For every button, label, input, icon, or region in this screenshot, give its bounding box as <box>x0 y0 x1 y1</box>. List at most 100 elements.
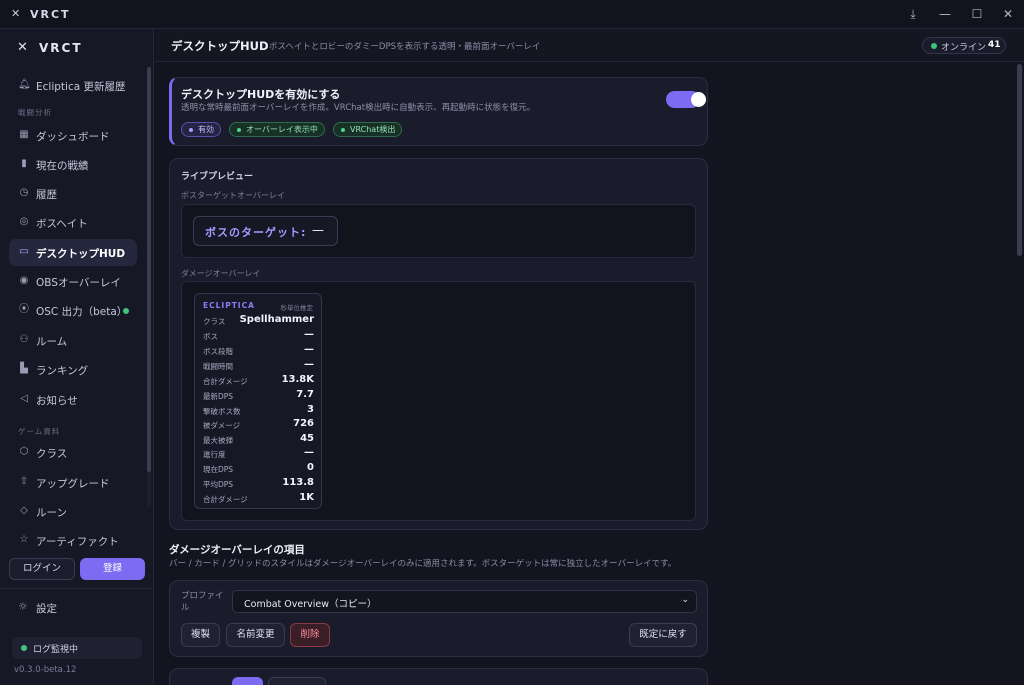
sidebar-item-dashboard[interactable]: ▦ ダッシュボード <box>9 122 137 149</box>
delete-button[interactable]: 削除 <box>290 623 330 647</box>
damage-row: 撃破ボス数 3 <box>203 404 314 418</box>
chip-label: オーバーレイ表示中 <box>246 125 318 134</box>
maximize-icon[interactable]: ☐ <box>966 5 988 23</box>
damage-row-value: — <box>304 329 314 340</box>
sidebar-section-game: ゲーム資料 <box>18 427 61 436</box>
grid-icon: ▦ <box>19 129 29 140</box>
boss-target-label: ボスのターゲット: <box>205 226 307 239</box>
sidebar-item-label: アーティファクト <box>36 536 119 548</box>
login-button[interactable]: ログイン <box>9 558 75 580</box>
status-dot <box>123 308 129 314</box>
status-dot <box>341 128 345 132</box>
damage-row: 平均DPS 113.8 <box>203 477 314 491</box>
damage-row-value: 7.7 <box>296 389 314 400</box>
rename-button[interactable]: 名前変更 <box>226 623 285 647</box>
duplicate-button[interactable]: 複製 <box>181 623 220 647</box>
sidebar-item-current-stats[interactable]: ▮ 現在の戦績 <box>9 151 137 178</box>
sidebar-item-changelog[interactable]: 🔔︎ Ecliptica 更新履歴 <box>9 72 137 99</box>
register-button[interactable]: 登録 <box>80 558 145 580</box>
minimize-icon[interactable]: — <box>934 5 956 23</box>
profile-select[interactable]: Combat Overview（コピー） ⌄ <box>232 590 697 613</box>
gear-icon: ☼ <box>18 600 28 613</box>
reset-default-button[interactable]: 既定に戻す <box>629 623 697 647</box>
monitor-icon: ▭ <box>19 246 29 257</box>
sidebar-item-label: ダッシュボード <box>36 131 110 143</box>
auth-buttons: ログイン 登録 <box>9 558 145 580</box>
damage-overlay-section-label: ダメージオーバーレイ <box>181 269 261 278</box>
live-preview-title: ライブプレビュー <box>181 172 254 182</box>
damage-row-key: 最大被弾 <box>203 436 233 445</box>
sidebar-item-label: クラス <box>36 448 68 460</box>
sidebar-item-label: ルーム <box>36 336 68 348</box>
arrow-up-icon: ⇧ <box>19 476 29 487</box>
sidebar-item-class[interactable]: ⬡ クラス <box>9 439 137 466</box>
sidebar-item-upgrade[interactable]: ⇧ アップグレード <box>9 469 137 496</box>
sidebar-item-rune[interactable]: ◇ ルーン <box>9 498 137 525</box>
sidebar-item-label: OSC 出力（beta） <box>36 306 128 318</box>
status-chip-enabled: 有効 <box>181 122 221 137</box>
profile-card: プロファイル Combat Overview（コピー） ⌄ 複製 名前変更 削除… <box>169 580 708 657</box>
boss-target-box: ボスのターゲット: — <box>193 216 338 246</box>
sidebar-item-history[interactable]: ◷ 履歴 <box>9 180 137 207</box>
status-chip-overlay-visible: オーバーレイ表示中 <box>229 122 325 137</box>
sidebar-item-settings[interactable]: ☼ 設定 <box>9 595 137 619</box>
sidebar-item-room[interactable]: ⚇ ルーム <box>9 327 137 354</box>
sidebar-scrollbar-thumb[interactable] <box>147 67 151 472</box>
page-title: デスクトップHUD <box>171 39 269 53</box>
damage-row-key: クラス <box>203 317 226 326</box>
diamond-icon: ◇ <box>20 505 28 516</box>
users-icon: ⚇ <box>19 334 29 345</box>
hud-enable-toggle[interactable] <box>666 91 706 108</box>
window-title: VRCT <box>30 8 71 21</box>
style-option-selected[interactable] <box>232 677 263 685</box>
damage-row-value: — <box>304 344 314 355</box>
damage-row-key: 戦闘時間 <box>203 362 233 371</box>
sidebar-item-obs-overlay[interactable]: ◉ OBSオーバーレイ <box>9 268 137 295</box>
sidebar-item-artifact[interactable]: ☆ アーティファクト <box>9 527 137 549</box>
damage-row-value: 726 <box>293 418 314 429</box>
sidebar-item-label: Ecliptica 更新履歴 <box>36 81 126 93</box>
boss-target-value: — <box>312 223 324 237</box>
bell-icon: 🔔︎ <box>18 79 31 90</box>
sidebar-item-desktop-hud[interactable]: ▭ デスクトップHUD <box>9 239 137 266</box>
online-status-badge[interactable]: オンライン 41 <box>922 37 1006 54</box>
style-option[interactable] <box>268 677 326 685</box>
damage-row-key: 被ダメージ <box>203 421 241 430</box>
sidebar-item-osc-output[interactable]: ⦿ OSC 出力（beta） <box>9 297 137 324</box>
main-scrollbar-thumb[interactable] <box>1017 64 1022 256</box>
damage-row-key: 平均DPS <box>203 480 234 489</box>
damage-row-value: 1K <box>299 492 314 503</box>
close-icon[interactable]: ✕ <box>997 5 1019 23</box>
damage-row-key: 最新DPS <box>203 392 234 401</box>
sidebar: ✕ VRCT 🔔︎ Ecliptica 更新履歴 戦闘分析 ▦ ダッシュボード … <box>0 29 154 685</box>
download-icon[interactable]: ⤓ <box>902 5 924 23</box>
status-dot <box>931 43 937 49</box>
damage-row: 合計ダメージ 13.8K <box>203 374 314 388</box>
damage-row: 戦闘時間 — <box>203 359 314 373</box>
status-dot <box>237 128 241 132</box>
damage-row-key: 進行度 <box>203 450 226 459</box>
sidebar-item-label: デスクトップHUD <box>36 248 126 260</box>
damage-row-key: ボス <box>203 332 218 341</box>
sidebar-item-label: ランキング <box>36 365 89 377</box>
profile-select-value: Combat Overview（コピー） <box>244 599 377 610</box>
sidebar-item-label: お知らせ <box>36 395 78 407</box>
damage-row-value: 13.8K <box>281 374 314 385</box>
damage-row-value: — <box>304 359 314 370</box>
sidebar-item-ranking[interactable]: ▙ ランキング <box>9 356 137 383</box>
window-titlebar: ✕ VRCT ⤓ — ☐ ✕ <box>0 0 1024 29</box>
status-dot <box>21 645 27 651</box>
sidebar-item-label: アップグレード <box>36 478 110 490</box>
damage-row: 進行度 — <box>203 447 314 461</box>
status-dot <box>189 128 193 132</box>
sidebar-item-news[interactable]: ◁ お知らせ <box>9 386 137 413</box>
sidebar-item-boss-hate[interactable]: ◎ ボスヘイト <box>9 209 137 236</box>
sidebar-item-label: ボスヘイト <box>36 218 88 230</box>
chip-label: 有効 <box>198 125 214 134</box>
brand-name: VRCT <box>39 41 83 55</box>
live-preview-card: ライブプレビュー ボスターゲットオーバーレイ ボスのターゲット: — ダメージオ… <box>169 158 708 530</box>
damage-overlay-note: 秒単位推定 <box>280 304 314 312</box>
target-icon: ◎ <box>19 216 29 227</box>
toggle-knob <box>691 92 706 107</box>
broadcast-icon: ⦿ <box>19 304 29 315</box>
